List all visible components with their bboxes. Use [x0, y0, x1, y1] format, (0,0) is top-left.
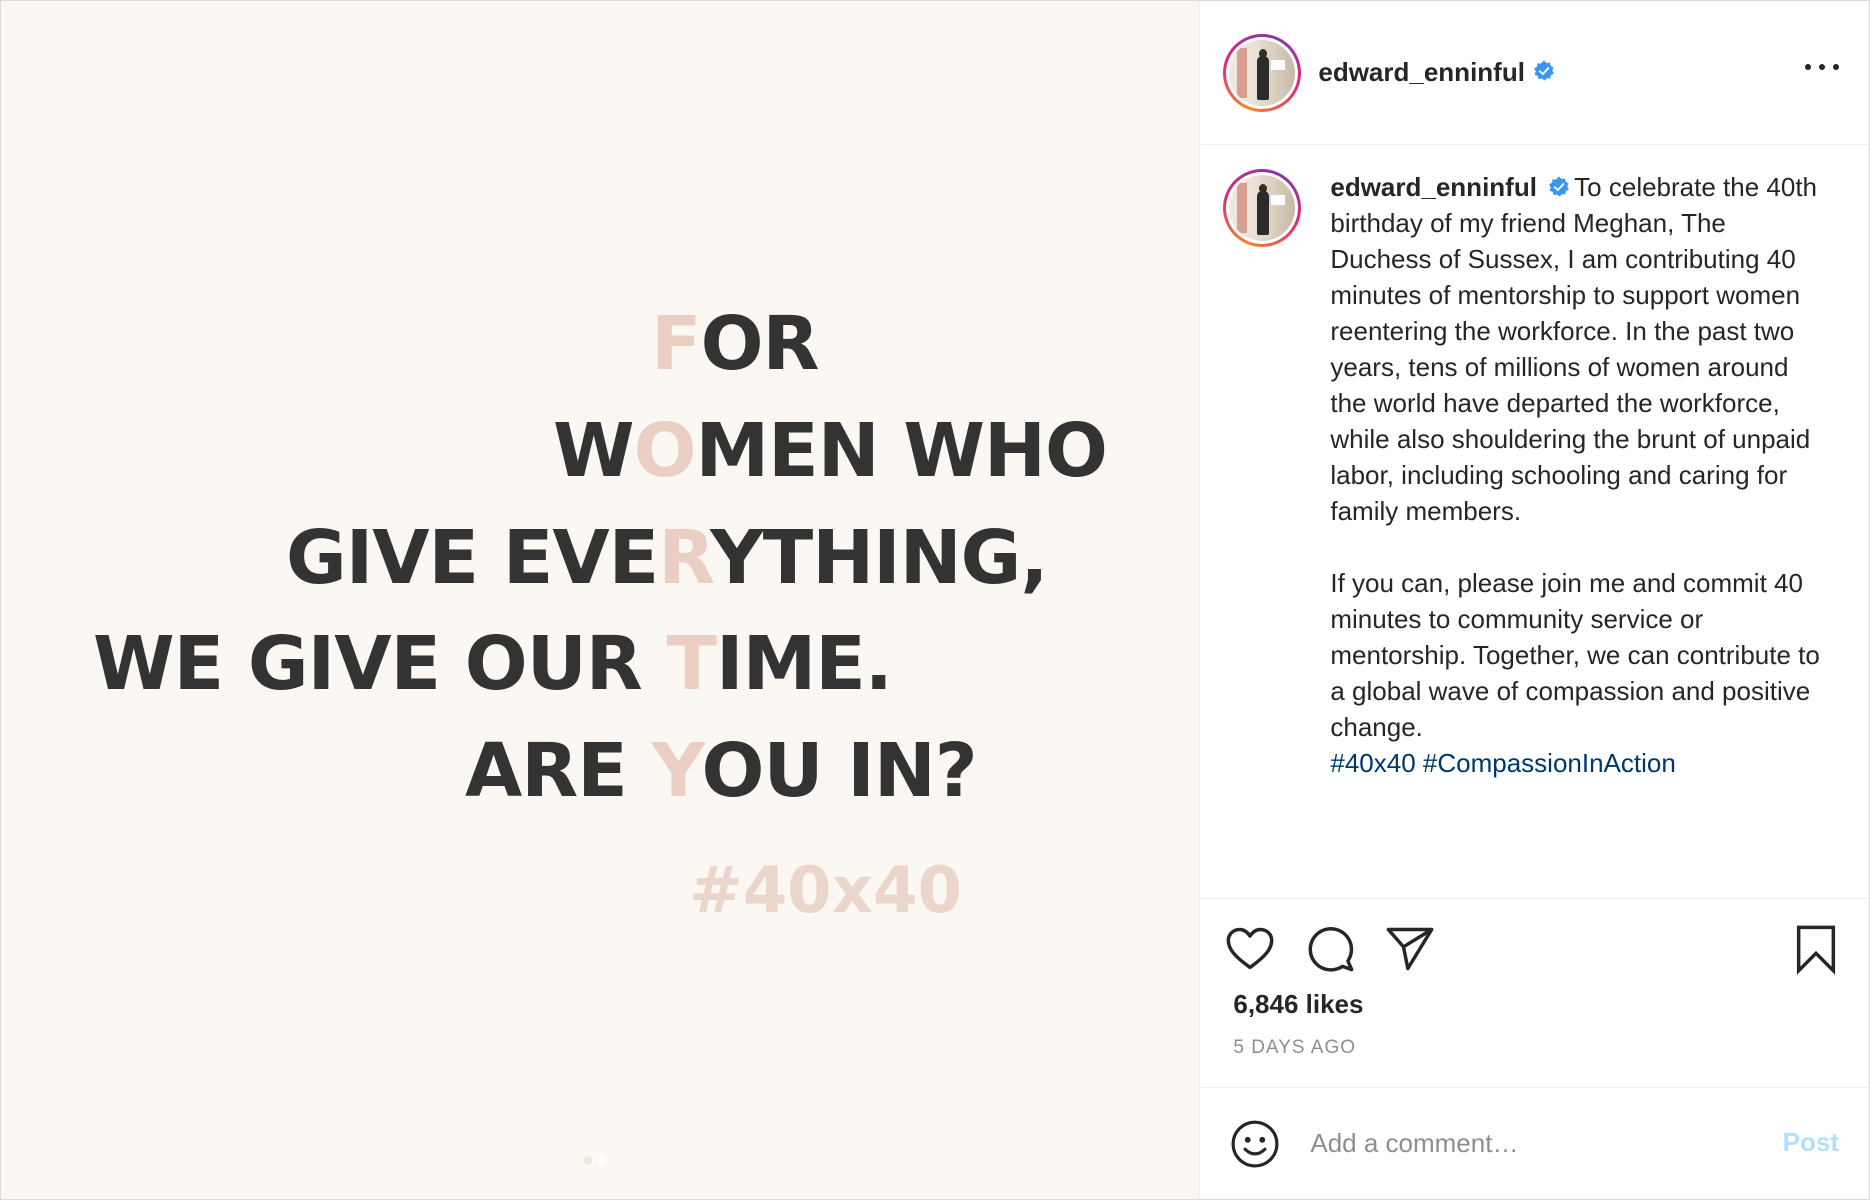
- comment-icon[interactable]: [1304, 923, 1356, 975]
- poster-line-2: WOMEN WHO: [553, 408, 1108, 494]
- carousel-dot: [583, 1156, 592, 1165]
- caption-paragraph-1: To celebrate the 40th birthday of my fri…: [1330, 172, 1818, 526]
- poster-hashtag: #40x40: [689, 854, 963, 928]
- comment-bar: Post: [1200, 1087, 1869, 1199]
- hashtag-link[interactable]: #40x40: [1330, 748, 1415, 778]
- header-username[interactable]: edward_enninful: [1318, 57, 1525, 88]
- avatar-image: [1229, 39, 1296, 106]
- more-options-icon[interactable]: [1805, 57, 1839, 77]
- post-comment-button[interactable]: Post: [1783, 1127, 1839, 1158]
- post-image[interactable]: FOR WOMEN WHO GIVE EVERYTHING, WE GIVE O…: [1, 1, 1201, 1199]
- poster-line-3: GIVE EVERYTHING,: [286, 515, 1048, 601]
- caption-avatar[interactable]: [1223, 169, 1302, 247]
- bookmark-icon[interactable]: [1790, 923, 1842, 975]
- post-details-panel: edward_enninful edward_enninful To celeb…: [1200, 1, 1869, 1199]
- carousel-dot-active: [598, 1156, 607, 1165]
- caption-username[interactable]: edward_enninful: [1330, 172, 1537, 202]
- verified-badge-icon: [1534, 60, 1554, 81]
- post-caption: edward_enninful To celebrate the 40th bi…: [1330, 169, 1820, 898]
- emoji-icon[interactable]: [1230, 1119, 1280, 1169]
- comment-input[interactable]: [1308, 1127, 1753, 1160]
- post-timestamp[interactable]: 5 DAYS AGO: [1200, 1035, 1869, 1089]
- poster-line-5: ARE YOU IN?: [465, 728, 978, 814]
- post-dialog: FOR WOMEN WHO GIVE EVERYTHING, WE GIVE O…: [0, 0, 1870, 1200]
- avatar-image: [1229, 175, 1296, 241]
- heart-icon[interactable]: [1224, 923, 1276, 975]
- carousel-indicator: [583, 1156, 607, 1165]
- caption-area: edward_enninful To celebrate the 40th bi…: [1200, 145, 1869, 899]
- poster-line-1: FOR: [651, 301, 819, 387]
- like-count[interactable]: 6,846 likes: [1200, 989, 1869, 1035]
- share-icon[interactable]: [1384, 923, 1436, 975]
- action-bar: [1200, 899, 1869, 989]
- avatar[interactable]: [1223, 33, 1302, 112]
- verified-badge-icon: [1549, 176, 1570, 197]
- post-header: edward_enninful: [1200, 1, 1869, 145]
- hashtag-link[interactable]: #CompassionInAction: [1423, 748, 1676, 778]
- poster-line-4: WE GIVE OUR TIME.: [93, 621, 893, 707]
- caption-paragraph-2: If you can, please join me and commit 40…: [1330, 568, 1820, 742]
